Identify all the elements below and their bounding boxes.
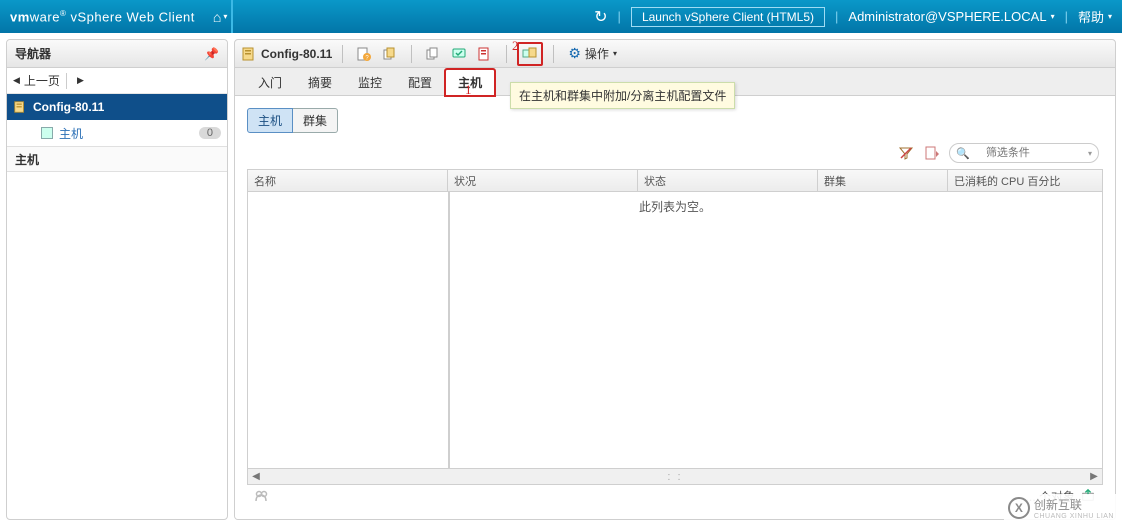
filter-input[interactable] bbox=[984, 146, 1074, 160]
brand: vmware® vSphere Web Client bbox=[10, 9, 195, 24]
toolbar-duplicate-button[interactable] bbox=[422, 43, 444, 65]
divider bbox=[66, 73, 67, 89]
tab-configure[interactable]: 配置 bbox=[395, 69, 445, 96]
grid-status-row: ... 个对象 bbox=[247, 485, 1103, 507]
main-panel: Config-80.11 ? bbox=[234, 39, 1116, 520]
profile-icon bbox=[241, 46, 257, 62]
tree-item-hosts[interactable]: 主机 0 bbox=[7, 120, 227, 146]
nav-tree: Config-80.11 主机 0 bbox=[7, 94, 227, 146]
filter-search[interactable]: 🔍 ▾ bbox=[949, 143, 1099, 163]
toolbar-attach-detach-button[interactable] bbox=[517, 42, 543, 66]
tab-content: 主机 群集 🔍 ▾ 名称 状况 bbox=[235, 96, 1115, 519]
nav-empty-area bbox=[7, 172, 227, 519]
tab-getting-started[interactable]: 入门 bbox=[245, 69, 295, 96]
scroll-right-icon[interactable]: ▶ bbox=[1086, 471, 1102, 482]
launch-html5-button[interactable]: Launch vSphere Client (HTML5) bbox=[631, 7, 825, 27]
toolbar-check-compliance-button[interactable]: ? bbox=[353, 43, 375, 65]
user-menu[interactable]: Administrator@VSPHERE.LOCAL▾ bbox=[848, 9, 1054, 24]
watermark: X 创新互联 CHUANG XINHU LIAN bbox=[1004, 494, 1118, 522]
column-status[interactable]: 状况 bbox=[448, 170, 638, 191]
profile-icon bbox=[13, 100, 27, 114]
find-icon[interactable] bbox=[253, 488, 271, 504]
column-resizer[interactable] bbox=[448, 192, 450, 468]
separator: | bbox=[618, 9, 621, 24]
search-icon: 🔍 bbox=[956, 147, 970, 160]
home-button[interactable]: ⌂▾ bbox=[213, 9, 227, 25]
clear-filter-icon[interactable] bbox=[897, 144, 915, 162]
nav-back-button[interactable]: ◀ bbox=[13, 75, 20, 86]
toolbar-export-button[interactable] bbox=[474, 43, 496, 65]
nav-back-label[interactable]: 上一页 bbox=[24, 72, 60, 89]
toolbar-copy-settings-button[interactable] bbox=[379, 43, 401, 65]
nav-hosts-header: 主机 bbox=[7, 146, 227, 172]
tree-item-label: Config-80.11 bbox=[33, 100, 104, 114]
toolbar-separator bbox=[342, 45, 343, 63]
filter-row: 🔍 ▾ bbox=[247, 141, 1103, 169]
toolbar-separator bbox=[553, 45, 554, 63]
horizontal-scrollbar[interactable]: ◀ : : ▶ bbox=[248, 468, 1102, 484]
navigator-panel: 导航器 📌 ◀ 上一页 ▶ Config-80.11 主机 0 主机 bbox=[6, 39, 228, 520]
subtabs: 主机 群集 bbox=[247, 108, 1103, 133]
tooltip: 在主机和群集中附加/分离主机配置文件 bbox=[510, 82, 735, 109]
toolbar-separator bbox=[411, 45, 412, 63]
object-title: Config-80.11 bbox=[241, 46, 332, 62]
column-name[interactable]: 名称 bbox=[248, 170, 448, 191]
column-cpu[interactable]: 已消耗的 CPU 百分比 bbox=[948, 170, 1102, 191]
nav-back-row: ◀ 上一页 ▶ bbox=[7, 68, 227, 94]
navigator-title: 导航器 bbox=[15, 45, 51, 62]
column-state[interactable]: 状态 bbox=[638, 170, 818, 191]
scroll-grip: : : bbox=[667, 471, 682, 483]
scroll-left-icon[interactable]: ◀ bbox=[248, 471, 264, 482]
watermark-text: 创新互联 bbox=[1034, 498, 1082, 512]
chevron-down-icon: ▾ bbox=[1088, 149, 1092, 158]
watermark-subtext: CHUANG XINHU LIAN bbox=[1034, 513, 1114, 520]
pin-icon[interactable]: 📌 bbox=[204, 47, 219, 61]
nav-forward-button[interactable]: ▶ bbox=[77, 75, 84, 86]
subtab-hosts[interactable]: 主机 bbox=[247, 108, 293, 133]
toolbar-remediate-button[interactable] bbox=[448, 43, 470, 65]
host-icon bbox=[41, 127, 53, 139]
tree-child-label: 主机 bbox=[59, 125, 83, 142]
top-bar: vmware® vSphere Web Client ⌂▾ ↻ | Launch… bbox=[0, 0, 1122, 33]
divider bbox=[231, 0, 233, 33]
tab-hosts[interactable]: 主机 bbox=[445, 69, 495, 96]
column-settings-icon[interactable] bbox=[923, 144, 941, 162]
subtab-clusters[interactable]: 群集 bbox=[293, 108, 338, 133]
separator: | bbox=[835, 9, 838, 24]
actions-menu[interactable]: ⚙ 操作 ▾ bbox=[564, 45, 621, 62]
chevron-down-icon: ▾ bbox=[613, 49, 617, 58]
tab-summary[interactable]: 摘要 bbox=[295, 69, 345, 96]
empty-message: 此列表为空。 bbox=[248, 198, 1102, 215]
host-count-badge: 0 bbox=[199, 127, 221, 139]
gear-icon: ⚙ bbox=[568, 45, 581, 62]
grid-header: 名称 状况 状态 群集 已消耗的 CPU 百分比 bbox=[248, 170, 1102, 192]
main-toolbar: Config-80.11 ? bbox=[235, 40, 1115, 68]
tree-item-config[interactable]: Config-80.11 bbox=[7, 94, 227, 120]
refresh-icon[interactable]: ↻ bbox=[594, 7, 607, 27]
help-menu[interactable]: 帮助▾ bbox=[1078, 7, 1112, 26]
grid-body: 此列表为空。 bbox=[248, 192, 1102, 468]
separator: | bbox=[1065, 9, 1068, 24]
watermark-logo: X bbox=[1008, 497, 1030, 519]
toolbar-separator bbox=[506, 45, 507, 63]
tab-monitor[interactable]: 监控 bbox=[345, 69, 395, 96]
navigator-header: 导航器 📌 bbox=[7, 40, 227, 68]
column-cluster[interactable]: 群集 bbox=[818, 170, 948, 191]
hosts-grid: 名称 状况 状态 群集 已消耗的 CPU 百分比 此列表为空。 ◀ : : ▶ bbox=[247, 169, 1103, 485]
